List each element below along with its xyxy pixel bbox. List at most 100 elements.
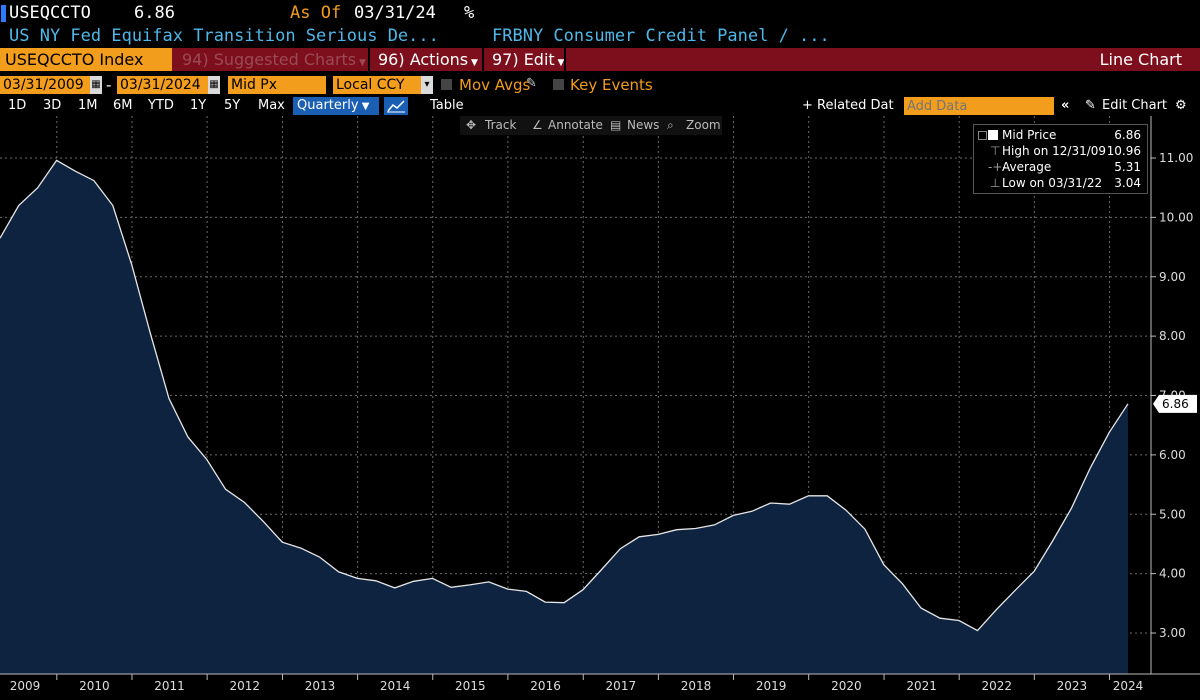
security-field[interactable]: USEQCCTO Index xyxy=(0,48,172,71)
high-marker-icon: ⊤ xyxy=(990,144,1001,158)
x-tick-label: 2018 xyxy=(681,679,712,693)
end-date-value: 03/31/2024 xyxy=(120,77,201,93)
price-field-value: Mid Px xyxy=(231,77,278,93)
suggested-charts-menu[interactable]: 94) Suggested Charts ▼ xyxy=(174,48,368,71)
collapse-icon[interactable]: « xyxy=(1061,97,1069,115)
range-1y-button[interactable]: 1Y xyxy=(190,97,206,115)
gear-icon[interactable]: ⚙ xyxy=(1175,97,1187,115)
zoom-button[interactable]: Zoom xyxy=(686,118,721,132)
collapse-toggle-icon[interactable] xyxy=(978,131,987,140)
calendar-icon[interactable]: ▦ xyxy=(90,76,102,94)
line-chart[interactable]: 3.004.005.006.007.008.009.0010.0011.00 2… xyxy=(0,116,1200,700)
range-ytd-button[interactable]: YTD xyxy=(148,97,174,115)
chart-legend[interactable]: Mid Price 6.86 ⊤ High on 12/31/09 10.96 … xyxy=(973,124,1148,194)
legend-high-label: High on 12/31/09 xyxy=(1002,144,1107,158)
x-tick-label: 2017 xyxy=(606,679,637,693)
calendar-icon[interactable]: ▦ xyxy=(208,76,220,94)
key-events-checkbox[interactable] xyxy=(553,79,564,90)
description-row: US NY Fed Equifax Transition Serious De.… xyxy=(0,26,1200,48)
edit-chart-button[interactable]: Edit Chart xyxy=(1102,97,1167,115)
series-color-swatch[interactable] xyxy=(988,130,998,140)
x-tick-label: 2020 xyxy=(831,679,862,693)
periodicity-value: Quarterly xyxy=(297,98,359,113)
x-tick-label: 2016 xyxy=(530,679,561,693)
news-icon[interactable]: ▤ xyxy=(610,118,621,132)
description-1[interactable]: US NY Fed Equifax Transition Serious De.… xyxy=(9,26,439,46)
unit-label: % xyxy=(464,3,475,23)
x-tick-label: 2023 xyxy=(1057,679,1088,693)
range-max-button[interactable]: Max xyxy=(258,97,285,115)
chevron-down-icon[interactable]: ▾ xyxy=(421,76,433,94)
range-6m-button[interactable]: 6M xyxy=(113,97,133,115)
x-tick-label: 2024 xyxy=(1113,679,1144,693)
y-tick-label: 8.00 xyxy=(1159,329,1186,343)
x-tick-label: 2012 xyxy=(230,679,261,693)
currency-value: Local CCY xyxy=(336,77,405,93)
add-data-input[interactable] xyxy=(904,97,1054,115)
mov-avgs-label[interactable]: Mov Avgs xyxy=(459,76,530,94)
last-value-label: 6.86 xyxy=(1162,397,1189,411)
track-button[interactable]: Track xyxy=(485,118,516,132)
y-tick-label: 9.00 xyxy=(1159,270,1186,284)
annotate-icon[interactable]: ∠ xyxy=(532,118,543,132)
legend-average-value: 5.31 xyxy=(1114,160,1141,174)
pencil-icon[interactable]: ✎ xyxy=(526,76,537,91)
chart-tools: ✥ Track ∠ Annotate ▤ News ⌕ Zoom xyxy=(460,116,722,135)
legend-average-label: Average xyxy=(1002,160,1052,174)
annotate-button[interactable]: Annotate xyxy=(548,118,603,132)
y-tick-label: 11.00 xyxy=(1159,151,1193,165)
ticker[interactable]: USEQCCTO xyxy=(9,3,91,23)
periodicity-select[interactable]: Quarterly ▼ xyxy=(293,97,379,115)
start-date-field[interactable]: 03/31/2009 ▦ xyxy=(0,76,102,94)
dropdown-arrow-icon: ▼ xyxy=(554,58,565,68)
key-events-label[interactable]: Key Events xyxy=(570,76,653,94)
dropdown-arrow-icon: ▼ xyxy=(358,101,370,112)
line-chart-icon[interactable] xyxy=(384,97,408,115)
actions-menu[interactable]: 96) Actions ▼ xyxy=(370,48,482,71)
price-field-select[interactable]: Mid Px xyxy=(228,76,326,94)
security-header: USEQCCTO 6.86 As Of 03/31/24 % xyxy=(0,0,1200,26)
x-tick-label: 2022 xyxy=(981,679,1012,693)
edit-menu[interactable]: 97) Edit ▼ xyxy=(484,48,564,71)
range-3d-button[interactable]: 3D xyxy=(43,97,61,115)
legend-series-row[interactable]: Mid Price 6.86 xyxy=(974,127,1147,143)
description-2[interactable]: FRBNY Consumer Credit Panel / ... xyxy=(492,26,830,46)
function-toolbar: USEQCCTO Index 94) Suggested Charts ▼ 96… xyxy=(0,48,1200,71)
mov-avgs-checkbox[interactable] xyxy=(441,79,452,90)
zoom-icon[interactable]: ⌕ xyxy=(667,118,674,133)
legend-low-row: ⊥ Low on 03/31/22 3.04 xyxy=(974,175,1147,191)
low-marker-icon: ⊥ xyxy=(990,176,1001,190)
pencil-icon[interactable]: ✎ xyxy=(1085,97,1096,115)
legend-series-name: Mid Price xyxy=(1002,128,1057,142)
related-data-button[interactable]: + Related Dat xyxy=(802,97,894,115)
y-tick-label: 5.00 xyxy=(1159,507,1186,521)
suggested-charts-label: 94) Suggested Charts xyxy=(182,50,357,69)
command-cursor xyxy=(1,5,6,22)
line-chart-icon-glyph xyxy=(387,100,405,113)
actions-label: 96) Actions xyxy=(378,50,469,69)
table-button[interactable]: Table xyxy=(430,97,464,115)
news-button[interactable]: News xyxy=(627,118,659,132)
x-tick-label: 2011 xyxy=(154,679,185,693)
x-axis-ticks: 2009 2010 2011 2012 2013 2014 2015 2016 2017 2018… xyxy=(10,674,1144,693)
as-of-label: As Of xyxy=(290,3,342,23)
x-tick-label: 2014 xyxy=(380,679,411,693)
range-bar: 1D 3D 1M 6M YTD 1Y 5Y Max Quarterly ▼ Ta… xyxy=(0,96,1200,116)
last-value-marker: 6.86 xyxy=(1153,394,1197,413)
y-tick-label: 4.00 xyxy=(1159,567,1186,581)
end-date-field[interactable]: 03/31/2024 ▦ xyxy=(117,76,220,94)
range-5y-button[interactable]: 5Y xyxy=(224,97,240,115)
dropdown-arrow-icon: ▼ xyxy=(356,58,366,68)
as-of-date: 03/31/24 xyxy=(354,3,436,23)
currency-select[interactable]: Local CCY ▾ xyxy=(333,76,433,94)
dropdown-arrow-icon: ▼ xyxy=(468,58,478,68)
legend-high-row: ⊤ High on 12/31/09 10.96 xyxy=(974,143,1147,159)
x-tick-label: 2010 xyxy=(79,679,110,693)
x-tick-label: 2015 xyxy=(455,679,486,693)
range-1d-button[interactable]: 1D xyxy=(8,97,26,115)
controls-row: 03/31/2009 ▦ - 03/31/2024 ▦ Mid Px Local C… xyxy=(0,76,1200,96)
x-tick-label: 2009 xyxy=(10,679,41,693)
legend-series-value: 6.86 xyxy=(1114,128,1141,142)
track-icon[interactable]: ✥ xyxy=(466,118,476,132)
range-1m-button[interactable]: 1M xyxy=(78,97,98,115)
